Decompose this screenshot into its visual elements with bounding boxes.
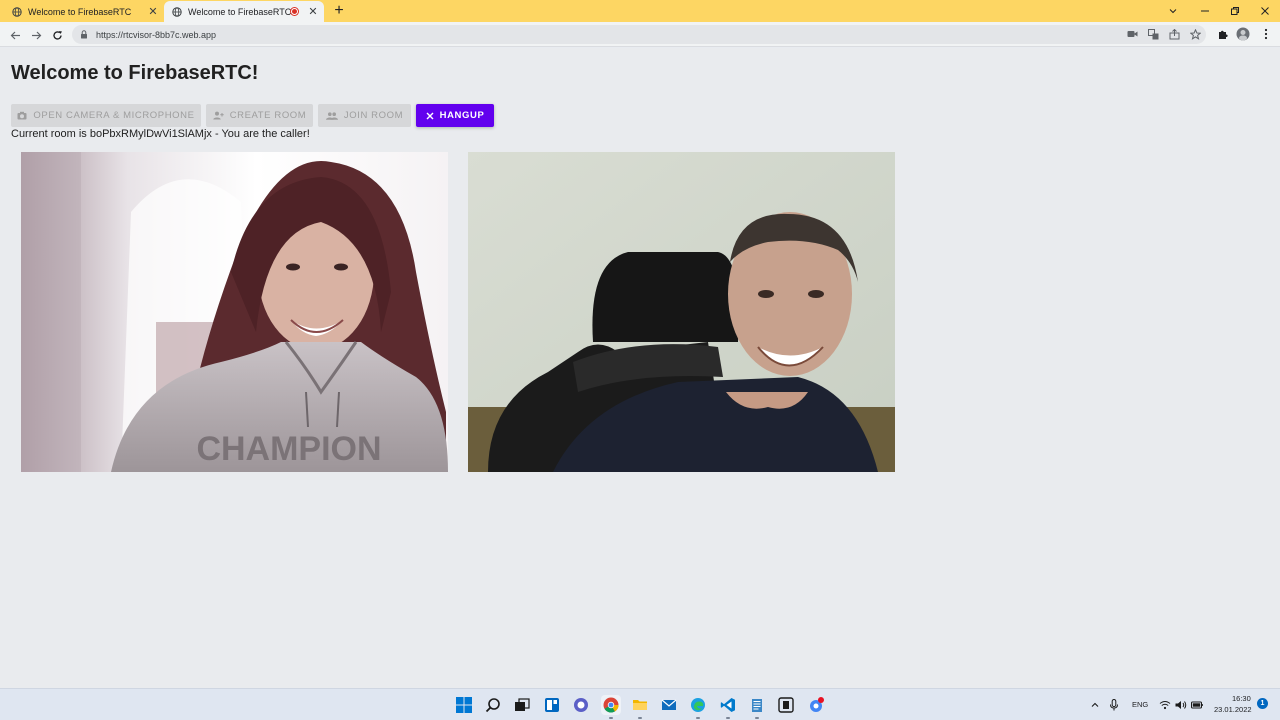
web-page: Welcome to FirebaseRTC! Open camera & mi… (0, 48, 1280, 688)
open-camera-microphone-button[interactable]: Open camera & microphone (11, 104, 201, 127)
file-explorer-icon[interactable] (630, 695, 650, 719)
chrome-notification-icon[interactable] (806, 695, 826, 715)
translate-icon[interactable] (1145, 26, 1161, 42)
address-bar[interactable]: https://rtcvisor-8bb7c.web.app (72, 25, 1206, 44)
volume-icon[interactable] (1174, 695, 1188, 715)
battery-icon[interactable] (1190, 695, 1204, 715)
search-icon[interactable] (483, 695, 503, 715)
join-room-button[interactable]: Join room (318, 104, 411, 127)
microphone-icon[interactable] (1107, 695, 1121, 715)
extensions-icon[interactable] (1214, 26, 1230, 42)
close-icon (426, 112, 434, 120)
local-video: CHAMPION (21, 152, 448, 472)
page-title: Welcome to FirebaseRTC! (11, 62, 259, 84)
notepad-icon[interactable] (747, 695, 767, 719)
create-room-button[interactable]: Create room (206, 104, 313, 127)
tab-search-chevron-icon[interactable] (1156, 0, 1190, 22)
tab-bar: Welcome to FirebaseRTC ✕ Welcome to Fire… (0, 0, 1280, 22)
running-indicator (726, 717, 730, 719)
recording-indicator-icon (291, 8, 298, 15)
clock-time[interactable]: 16:30 (1232, 694, 1251, 703)
add-person-icon (212, 111, 224, 120)
language-indicator[interactable]: ENG (1132, 700, 1148, 709)
current-room-status: Current room is boPbxRMylDwVi1SlAMjx - Y… (11, 128, 310, 140)
minimize-icon[interactable] (1188, 0, 1222, 22)
hangup-button[interactable]: Hangup (416, 104, 494, 127)
lock-icon (80, 30, 88, 39)
reload-icon[interactable] (48, 26, 66, 44)
task-view-icon[interactable] (512, 695, 532, 715)
active-indicator (609, 717, 613, 719)
camera-icon (17, 111, 27, 120)
teams-chat-icon[interactable] (571, 695, 591, 715)
forward-icon[interactable] (27, 26, 45, 44)
profile-avatar[interactable] (1235, 26, 1251, 42)
widgets-icon[interactable] (542, 695, 562, 715)
group-icon (325, 111, 338, 120)
tab-close-icon[interactable]: ✕ (306, 5, 320, 19)
clock-date[interactable]: 23.01.2022 (1214, 705, 1252, 714)
notification-badge[interactable]: 1 (1257, 698, 1268, 709)
start-button[interactable] (454, 695, 474, 715)
hoodie-text: CHAMPION (196, 430, 381, 468)
close-window-icon[interactable] (1248, 0, 1280, 22)
remote-video (468, 152, 895, 472)
tab-title: Welcome to FirebaseRTC (28, 6, 132, 17)
url-text: https://rtcvisor-8bb7c.web.app (96, 29, 217, 40)
edge-icon[interactable] (688, 695, 708, 719)
share-icon[interactable] (1166, 26, 1182, 42)
globe-icon (172, 6, 182, 17)
tab-firebasertc-1[interactable]: Welcome to FirebaseRTC ✕ (4, 1, 164, 22)
button-label: Join room (343, 110, 404, 121)
restore-icon[interactable] (1218, 0, 1252, 22)
button-label: Create room (229, 110, 307, 121)
mail-icon[interactable] (659, 695, 679, 715)
browser-toolbar: https://rtcvisor-8bb7c.web.app (0, 22, 1280, 47)
tab-title: Welcome to FirebaseRTC (188, 6, 291, 17)
running-indicator (696, 717, 700, 719)
vscode-icon[interactable] (718, 695, 738, 719)
wifi-icon[interactable] (1158, 695, 1172, 715)
button-label: Hangup (439, 110, 485, 121)
button-label: Open camera & microphone (33, 110, 195, 121)
back-icon[interactable] (6, 26, 24, 44)
new-tab-button[interactable]: + (330, 1, 348, 21)
running-indicator (638, 717, 642, 719)
show-hidden-icons-chevron-icon[interactable] (1088, 695, 1102, 715)
tab-close-icon[interactable]: ✕ (146, 5, 160, 19)
running-indicator (755, 717, 759, 719)
menu-dots-icon[interactable] (1258, 26, 1274, 42)
camera-in-use-icon[interactable] (1124, 26, 1140, 42)
globe-icon (12, 6, 22, 17)
app-window-icon[interactable] (776, 695, 796, 715)
bookmark-star-icon[interactable] (1187, 26, 1203, 42)
tab-firebasertc-2[interactable]: Welcome to FirebaseRTC ✕ (164, 1, 324, 22)
chrome-taskbar-icon[interactable] (601, 695, 621, 719)
windows-taskbar: ENG 16:30 23.01.2022 (0, 688, 1280, 720)
